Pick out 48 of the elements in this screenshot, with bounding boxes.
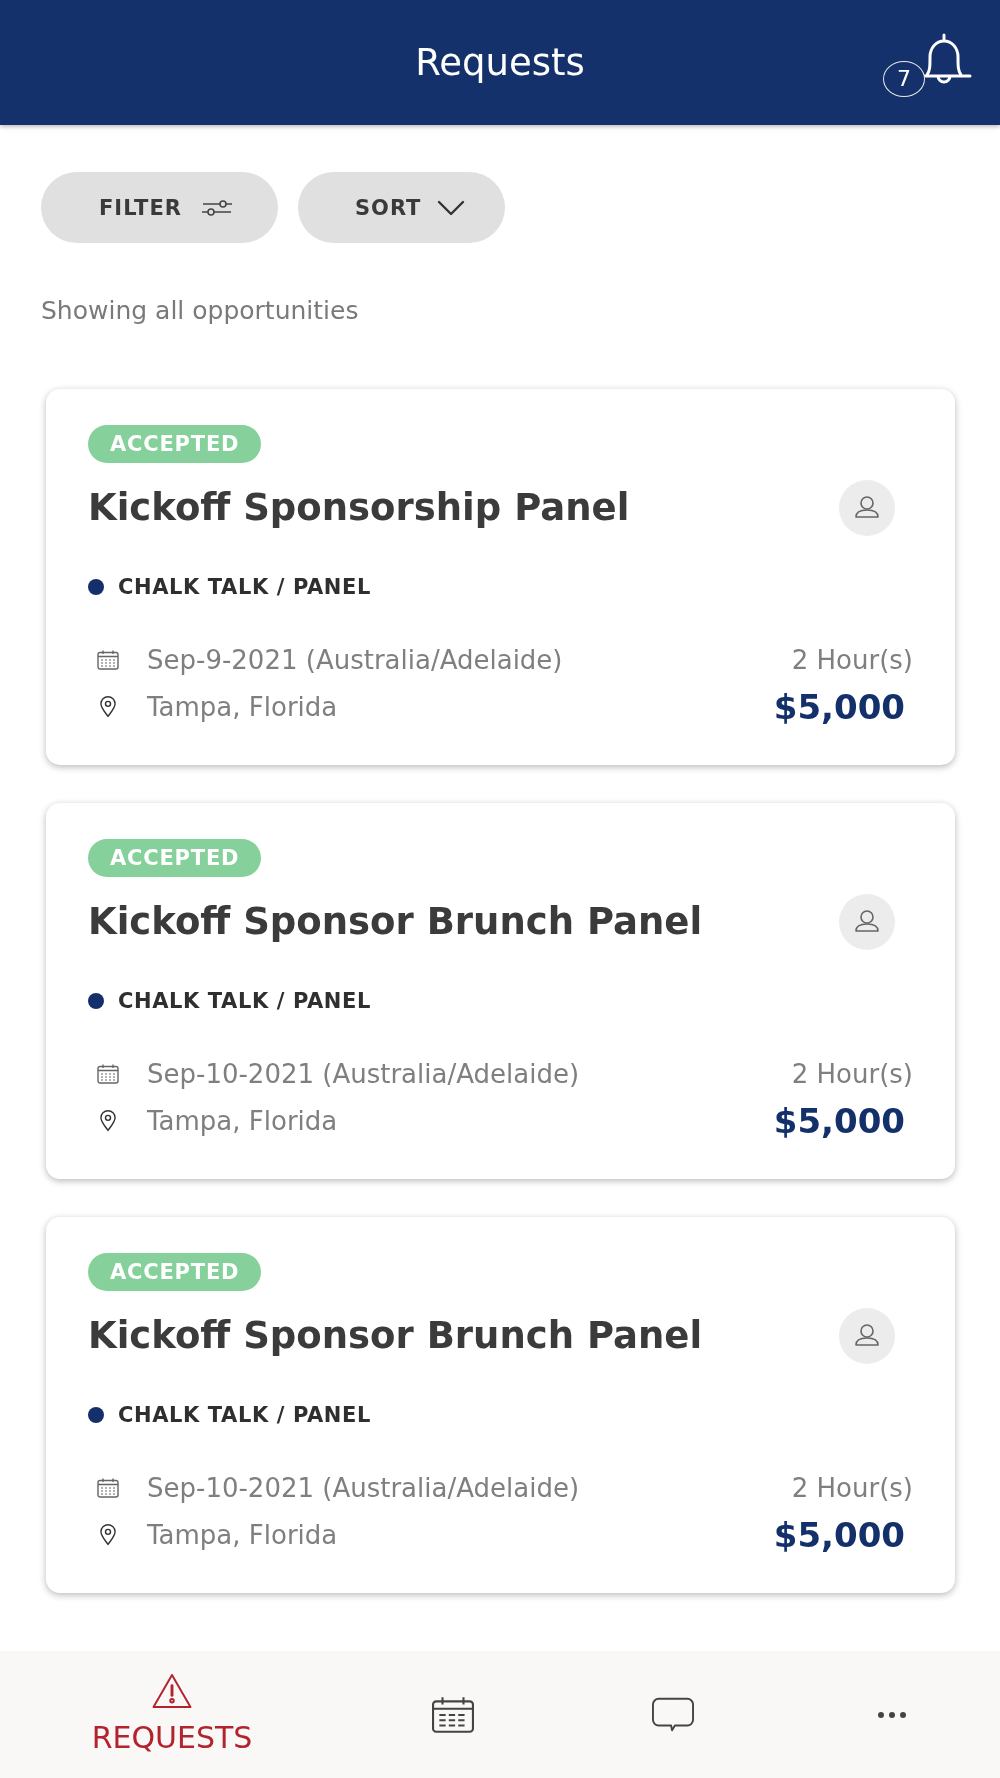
event-date: Sep-10-2021 (Australia/Adelaide) — [147, 1059, 580, 1089]
more-icon — [878, 1711, 906, 1718]
category-label: CHALK TALK / PANEL — [118, 989, 371, 1013]
calendar-icon — [432, 1696, 474, 1733]
location-pin-icon — [97, 1524, 119, 1546]
event-date: Sep-9-2021 (Australia/Adelaide) — [147, 645, 563, 675]
location-pin-icon — [97, 696, 119, 718]
event-duration: 2 Hour(s) — [791, 645, 913, 675]
event-duration: 2 Hour(s) — [791, 1473, 913, 1503]
calendar-tab[interactable] — [432, 1696, 474, 1733]
event-date: Sep-10-2021 (Australia/Adelaide) — [147, 1473, 580, 1503]
notification-count-badge: 7 — [883, 60, 925, 97]
request-card[interactable]: ACCEPTED Kickoff Sponsor Brunch Panel CHALK TALK / PANEL Sep-10-2021 (Australia/Adelaide) 2 Hour(s) Tampa, Florida $5,000 — [46, 803, 955, 1179]
request-card[interactable]: ACCEPTED Kickoff Sponsorship Panel CHALK TALK / PANEL Sep-9-2021 (Australia/Adelaide) 2 Hour(s) Tampa, Florida $5,000 — [46, 389, 955, 765]
request-title: Kickoff Sponsor Brunch Panel — [88, 1313, 703, 1359]
calendar-icon — [97, 649, 119, 671]
more-tab[interactable] — [878, 1711, 906, 1718]
request-title: Kickoff Sponsorship Panel — [88, 485, 630, 531]
event-location: Tampa, Florida — [147, 692, 338, 722]
status-badge: ACCEPTED — [88, 425, 262, 463]
chevron-down-icon — [437, 199, 466, 216]
sliders-icon — [201, 198, 232, 217]
avatar-icon — [839, 1308, 895, 1364]
category-label: CHALK TALK / PANEL — [118, 575, 371, 599]
results-summary: Showing all opportunities — [41, 295, 360, 327]
event-price: $5,000 — [773, 1101, 905, 1141]
event-location: Tampa, Florida — [147, 1520, 338, 1550]
category-label: CHALK TALK / PANEL — [118, 1403, 371, 1427]
sort-button[interactable]: SORT — [297, 172, 506, 243]
calendar-icon — [97, 1063, 119, 1085]
speech-bubble-icon — [652, 1696, 694, 1733]
avatar-icon — [839, 480, 895, 536]
avatar-icon — [839, 894, 895, 950]
event-price: $5,000 — [773, 687, 905, 727]
location-pin-icon — [97, 1110, 119, 1132]
status-badge: ACCEPTED — [88, 839, 262, 877]
calendar-icon — [97, 1477, 119, 1499]
event-location: Tampa, Florida — [147, 1106, 338, 1136]
event-price: $5,000 — [773, 1515, 905, 1555]
messages-tab[interactable] — [652, 1696, 694, 1733]
request-card[interactable]: ACCEPTED Kickoff Sponsor Brunch Panel CHALK TALK / PANEL Sep-10-2021 (Australia/Adelaide) 2 Hour(s) Tampa, Florida $5,000 — [46, 1217, 955, 1593]
filter-button[interactable]: FILTER — [41, 172, 278, 243]
requests-tab[interactable]: REQUESTS — [91, 1672, 253, 1757]
page-title: Requests — [415, 39, 585, 86]
event-duration: 2 Hour(s) — [791, 1059, 913, 1089]
request-title: Kickoff Sponsor Brunch Panel — [88, 899, 703, 945]
warning-icon — [151, 1672, 193, 1709]
status-badge: ACCEPTED — [88, 1253, 262, 1291]
